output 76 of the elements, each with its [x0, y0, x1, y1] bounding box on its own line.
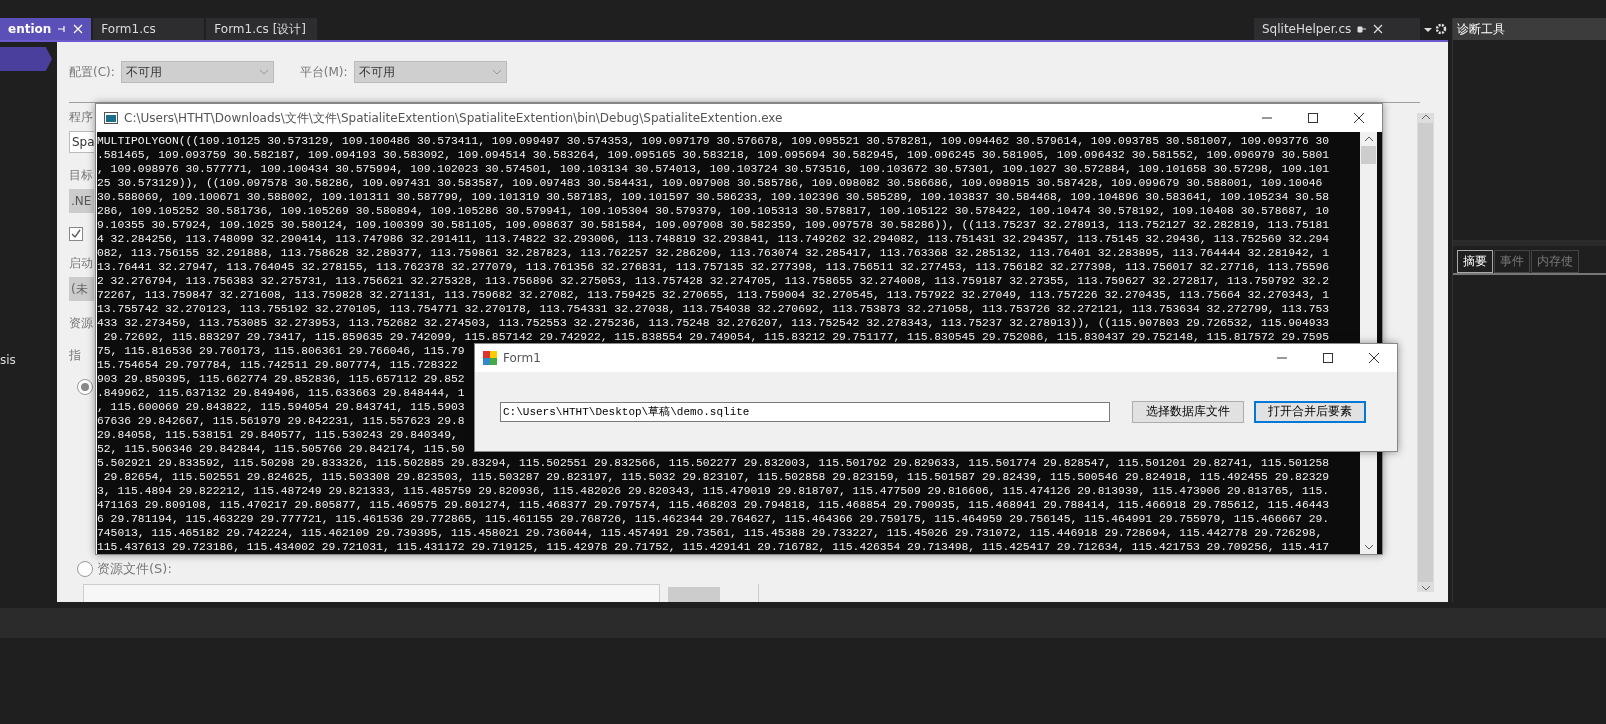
dropdown[interactable]: .NE — [69, 189, 94, 213]
document-tab[interactable]: Form1.cs [设计] — [206, 18, 318, 40]
console-line: .581465, 109.093759 30.582187, 109.094193 30.583092, 109.094514 30.583264, 109.095165 30.583218, 109.095694 30.582945, 109.096245 30.581905, 109.096432 30.581552, 109.096979 30.5801 — [97, 148, 1330, 162]
console-line: 29.84058, 115.538151 29.840577, 115.530243 29.840349, — [97, 428, 458, 442]
console-line: 6 29.781194, 115.463229 29.777721, 115.461536 29.772865, 115.461155 29.768726, 115.462344 29.764627, 115.464366 29.759175, 115.464959 29.756145, 115.464991 29.755979, 115.466667 29. — [97, 512, 1330, 526]
console-line: 30.588069, 109.100671 30.588002, 109.101311 30.587799, 109.101319 30.587183, 109.101597 30.586233, 109.102396 30.585289, 109.103837 30.584468, 109.104896 30.583641, 109.105234 30.58 — [97, 190, 1330, 204]
solution-node[interactable] — [0, 47, 52, 71]
chevron-down-icon[interactable] — [1420, 584, 1431, 592]
console-line: 72267, 113.759847 32.271608, 113.759828 32.271131, 113.759682 32.27082, 113.759425 32.270655, 113.759004 32.270545, 113.757922 32.27049, 113.757226 32.270435, 113.75664 32.270343, 1 — [97, 288, 1330, 302]
close-icon[interactable] — [1373, 24, 1384, 34]
console-line: , 109.098976 30.577771, 109.100434 30.575994, 109.102023 30.574501, 109.103134 30.574013, 109.103724 30.573516, 109.103672 30.57301, 109.1027 30.572884, 109.101658 30.57298, 109.101 — [97, 162, 1330, 176]
console-line: 25 30.573129)), ((109.097578 30.58286, 109.097431 30.583587, 109.097483 30.584431, 109.097908 30.585786, 109.098082 30.586686, 109.098915 30.587428, 109.099679 30.588001, 109.10046 — [97, 176, 1323, 190]
console-line: 745013, 115.465182 29.742224, 115.462109 29.739395, 115.458021 29.736044, 115.457491 29.73561, 115.45388 29.733227, 115.45026 29.731072, 115.446918 29.728694, 115.442778 29.726298, — [97, 526, 1323, 540]
maximize-icon — [1323, 353, 1333, 363]
panel-title: 诊断工具 — [1453, 18, 1606, 40]
chevron-down-icon — [491, 69, 502, 75]
console-line: 115.437613 29.723186, 115.434002 29.721031, 115.431172 29.719125, 115.42978 29.71752, 115.429141 29.716782, 115.426354 29.713498, 115.425417 29.712634, 115.421753 29.709256, 115.417 — [97, 540, 1330, 554]
field-label: 资源 — [69, 315, 93, 332]
tree-item[interactable]: sis — [0, 353, 57, 367]
console-icon — [104, 112, 118, 124]
radio-label: 资源文件(S): — [97, 560, 172, 578]
scrollbar[interactable] — [1417, 113, 1434, 592]
console-line: 3, 115.4894 29.822212, 115.487249 29.821333, 115.485759 29.820936, 115.482026 29.820343, 115.479019 29.818707, 115.477509 29.816606, 115.474126 29.813939, 115.473906 29.813765, 115. — [97, 484, 1330, 498]
checkbox[interactable] — [69, 227, 83, 241]
close-icon — [1369, 353, 1379, 363]
console-line: 286, 109.105252 30.581736, 109.105269 30.580894, 109.105286 30.579941, 109.105304 30.579379, 109.105313 30.578817, 109.105122 30.578422, 109.10474 30.578192, 109.10408 30.578687, 10 — [97, 204, 1330, 218]
console-line: 471163 29.809108, 115.470217 29.805877, 115.469575 29.801274, 115.468377 29.797574, 115.468203 29.794818, 115.468854 29.790935, 115.468941 29.788414, 115.466918 29.785612, 115.46443 — [97, 498, 1330, 512]
field-label: 指 — [69, 347, 81, 364]
field-label: 启动 — [69, 255, 93, 272]
close-icon — [1354, 113, 1364, 123]
console-line: .849962, 115.637132 29.849496, 115.633663 29.848444, 1 — [97, 386, 465, 400]
chevron-up-icon[interactable] — [1420, 113, 1431, 121]
console-line: 13.755742 32.270123, 113.755192 32.270105, 113.754771 32.270178, 113.754331 32.27038, 113.754038 32.270692, 113.753873 32.271058, 113.753726 32.272121, 113.753634 32.272799, 113.753 — [97, 302, 1330, 316]
console-line: 2 32.276794, 113.756383 32.275731, 113.756621 32.275328, 113.756896 32.275053, 113.757428 32.274705, 113.758655 32.274008, 113.759187 32.27355, 113.759627 32.272817, 113.759792 32.2 — [97, 274, 1330, 288]
console-line: 29.82654, 115.502551 29.824625, 115.503308 29.823503, 115.503287 29.823197, 115.5032 29.823107, 115.502858 29.823159, 115.501587 29.82439, 115.500546 29.824918, 115.492455 29.82329 — [102, 470, 1330, 484]
console-line: 29.72692, 115.883297 29.73417, 115.859635 29.742099, 115.857142 29.742922, 115.838554 29.749054, 115.83212 29.751177, 115.830545 29.752086, 115.830437 29.752148, 115.817572 29.7595 — [102, 330, 1330, 344]
pin-icon[interactable] — [1357, 24, 1368, 34]
field-label: 程序 — [69, 109, 93, 126]
maximize-icon — [1308, 113, 1318, 123]
console-line: 13.76441 32.27947, 113.764045 32.278155, 113.762378 32.277079, 113.761356 32.276831, 113.757135 32.277398, 113.756511 32.277453, 113.756182 32.277398, 113.756017 32.27716, 113.75596 — [97, 260, 1330, 274]
console-line: 15.754654 29.797784, 115.742511 29.807774, 115.728322 — [97, 358, 458, 372]
field-label: 目标 — [69, 167, 93, 184]
console-line: 67636 29.842667, 115.561979 29.842231, 115.557623 29.8 — [97, 414, 465, 428]
console-line: 082, 113.756155 32.291888, 113.758628 32.289377, 113.759861 32.287823, 113.762257 32.286209, 113.763074 32.285417, 113.763368 32.285132, 113.76401 32.283895, 113.764444 32.281942, 1 — [97, 246, 1330, 260]
panel-tab[interactable]: 摘要 — [1457, 250, 1493, 273]
window-title: C:\Users\HTHT\Downloads\文件\文件\SpatialiteExtention\SpatialiteExtention\bin\Debug\SpatialiteExtention.exe — [124, 109, 784, 127]
radio-button[interactable] — [77, 561, 93, 577]
console-line: 75, 115.816536 29.760173, 115.806361 29.766046, 115.79 — [97, 344, 465, 358]
console-line: 5.502921 29.833592, 115.50298 29.833326, 115.502885 29.83294, 115.502551 29.832566, 115.502277 29.832003, 115.501792 29.829633, 115.501774 29.828547, 115.501201 29.82741, 115.501258 — [97, 456, 1330, 470]
action-button[interactable]: 打开合并后要素 — [1254, 400, 1366, 423]
console-line: 52, 115.506346 29.842844, 115.505766 29.842174, 115.50 — [97, 442, 465, 456]
dropdown[interactable]: (未 — [69, 277, 94, 301]
console-line: 903 29.850395, 115.662774 29.852836, 115.657112 29.852 — [97, 372, 465, 386]
radio-button[interactable] — [77, 379, 93, 395]
dropdown[interactable]: 不可用 — [120, 61, 274, 83]
window-title: Form1 — [503, 351, 542, 365]
action-button[interactable]: 选择数据库文件 — [1132, 400, 1244, 423]
field-label: 平台(M): — [299, 63, 348, 81]
panel-tab[interactable]: 事件 — [1494, 250, 1530, 273]
check-icon — [71, 229, 81, 239]
field-label: 配置(C): — [69, 63, 115, 81]
text-field[interactable] — [83, 584, 660, 602]
console-line: 433 32.273459, 113.753085 32.273953, 113.752682 32.274503, 113.752553 32.275236, 113.75248 32.276207, 113.752542 32.278343, 113.75237 32.278913)), ((115.907803 29.726532, 115.904933 — [97, 316, 1330, 330]
console-line: , 115.600069 29.843822, 115.594054 29.843741, 115.5903 — [97, 400, 465, 414]
console-line: MULTIPOLYGON(((109.10125 30.573129, 109.100486 30.573411, 109.099497 30.574353, 109.097179 30.576678, 109.095521 30.578281, 109.094462 30.579614, 109.093785 30.581007, 109.093776 30 — [97, 134, 1330, 148]
console-line: 9.10355 30.57924, 109.1025 30.580124, 109.100399 30.581105, 109.098637 30.581584, 109.097908 30.582359, 109.097578 30.58286)), ((113.75237 32.278913, 113.752127 32.282819, 113.75181 — [97, 218, 1330, 232]
dropdown[interactable]: 不可用 — [353, 61, 507, 83]
path-field[interactable]: C:\Users\HTHT\Desktop\草稿\demo.sqlite — [500, 401, 1110, 422]
document-tab[interactable]: Form1.cs — [93, 18, 205, 40]
console-line: 4 32.284256, 113.748099 32.290414, 113.747986 32.291411, 113.74822 32.293006, 113.748819 32.293841, 113.749262 32.294082, 113.751431 32.294357, 113.75145 32.29436, 113.752569 32.294 — [97, 232, 1330, 246]
scrollbar-thumb[interactable] — [1361, 146, 1376, 164]
panel-tab[interactable]: 内存使 — [1531, 250, 1579, 273]
form-icon — [483, 351, 497, 365]
text-field[interactable]: Spa — [69, 131, 94, 153]
document-tab[interactable]: SqliteHelper.cs — [1254, 18, 1420, 40]
chevron-down-icon — [258, 69, 269, 75]
